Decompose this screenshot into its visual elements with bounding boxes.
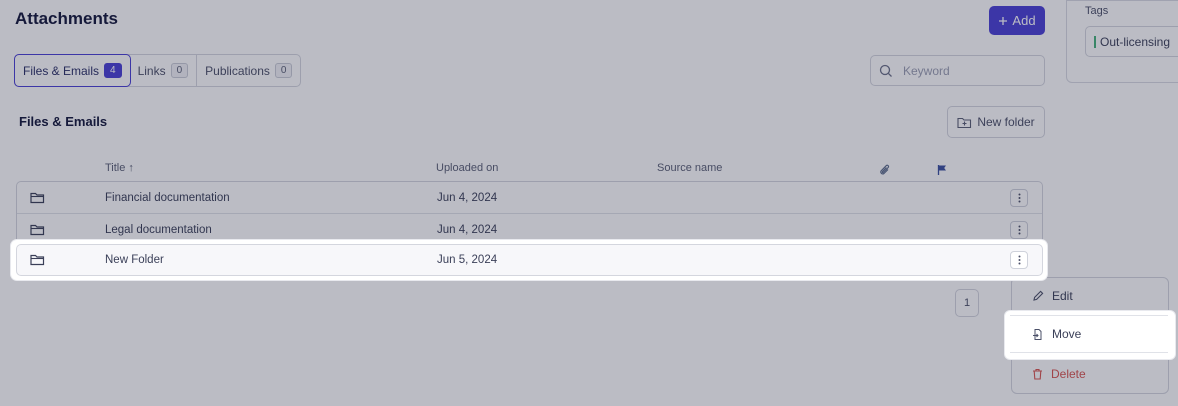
search-box (870, 55, 1045, 86)
menu-item-edit[interactable]: Edit (1032, 289, 1073, 303)
row-title: Financial documentation (105, 191, 230, 204)
section-title: Files & Emails (19, 114, 108, 129)
kebab-icon (1018, 225, 1020, 234)
sort-arrow-icon: ↑ (128, 162, 134, 174)
plus-icon (998, 16, 1008, 26)
trash-icon (1032, 368, 1043, 380)
pencil-icon (1032, 290, 1044, 302)
search-icon (879, 64, 893, 78)
row-title: New Folder (105, 254, 164, 266)
files-table: Financial documentation Jun 4, 2024 Lega… (16, 181, 1043, 244)
attachment-tabs: Files & Emails 4 Links 0 Publications 0 (14, 54, 302, 87)
row-actions-button[interactable] (1010, 188, 1028, 207)
row-actions-button[interactable] (1010, 251, 1028, 269)
table-row[interactable]: New Folder Jun 5, 2024 (16, 244, 1043, 276)
tab-publications[interactable]: Publications 0 (197, 55, 300, 86)
tab-count-badge: 0 (274, 63, 293, 78)
menu-item-delete[interactable]: Delete (1032, 367, 1086, 381)
new-folder-button[interactable]: New folder (947, 106, 1045, 138)
row-actions-button[interactable] (1010, 220, 1028, 239)
paperclip-icon[interactable] (879, 164, 891, 177)
add-button-label: Add (1012, 13, 1036, 28)
tags-label: Tags (1085, 5, 1109, 17)
kebab-icon (1018, 193, 1020, 202)
highlighted-row[interactable]: New Folder Jun 5, 2024 (11, 240, 1047, 280)
column-title-label: Title (105, 162, 126, 174)
tab-files-emails[interactable]: Files & Emails 4 (14, 54, 131, 87)
tab-count-badge: 0 (170, 63, 189, 78)
new-folder-label: New folder (977, 115, 1035, 129)
kebab-icon (1018, 255, 1020, 265)
add-button[interactable]: Add (989, 6, 1045, 35)
flag-icon[interactable] (937, 164, 948, 176)
column-header-uploaded[interactable]: Uploaded on (436, 162, 498, 174)
tag-chip-label: Out-licensing (1100, 34, 1171, 49)
attachments-page: Attachments Add Tags Out-licensing Files… (0, 0, 1178, 406)
folder-icon (30, 182, 45, 213)
move-icon (1032, 328, 1044, 341)
folder-icon (30, 245, 45, 275)
column-header-title[interactable]: Title ↑ (105, 162, 134, 174)
tab-label: Files & Emails (23, 63, 100, 78)
pagination-page-1[interactable]: 1 (955, 289, 979, 317)
highlighted-menu-item[interactable]: Move (1005, 311, 1175, 359)
tab-count-badge: 4 (104, 63, 122, 78)
menu-item-move[interactable]: Move (1010, 315, 1168, 353)
menu-item-label: Move (1052, 327, 1082, 341)
menu-item-label: Delete (1051, 367, 1086, 381)
row-uploaded-date: Jun 4, 2024 (437, 191, 498, 204)
tag-chip[interactable]: Out-licensing (1085, 26, 1178, 57)
folder-plus-icon (957, 116, 972, 129)
row-uploaded-date: Jun 5, 2024 (437, 254, 498, 266)
tab-label: Links (137, 63, 166, 78)
tab-links[interactable]: Links 0 (130, 55, 198, 86)
tag-color-bar (1094, 35, 1096, 48)
search-input[interactable] (901, 62, 1035, 79)
table-row[interactable]: Financial documentation Jun 4, 2024 (17, 182, 1042, 213)
column-header-source[interactable]: Source name (657, 162, 722, 174)
page-title: Attachments (15, 9, 118, 28)
tab-label: Publications (205, 63, 270, 78)
menu-item-label: Edit (1052, 289, 1073, 303)
